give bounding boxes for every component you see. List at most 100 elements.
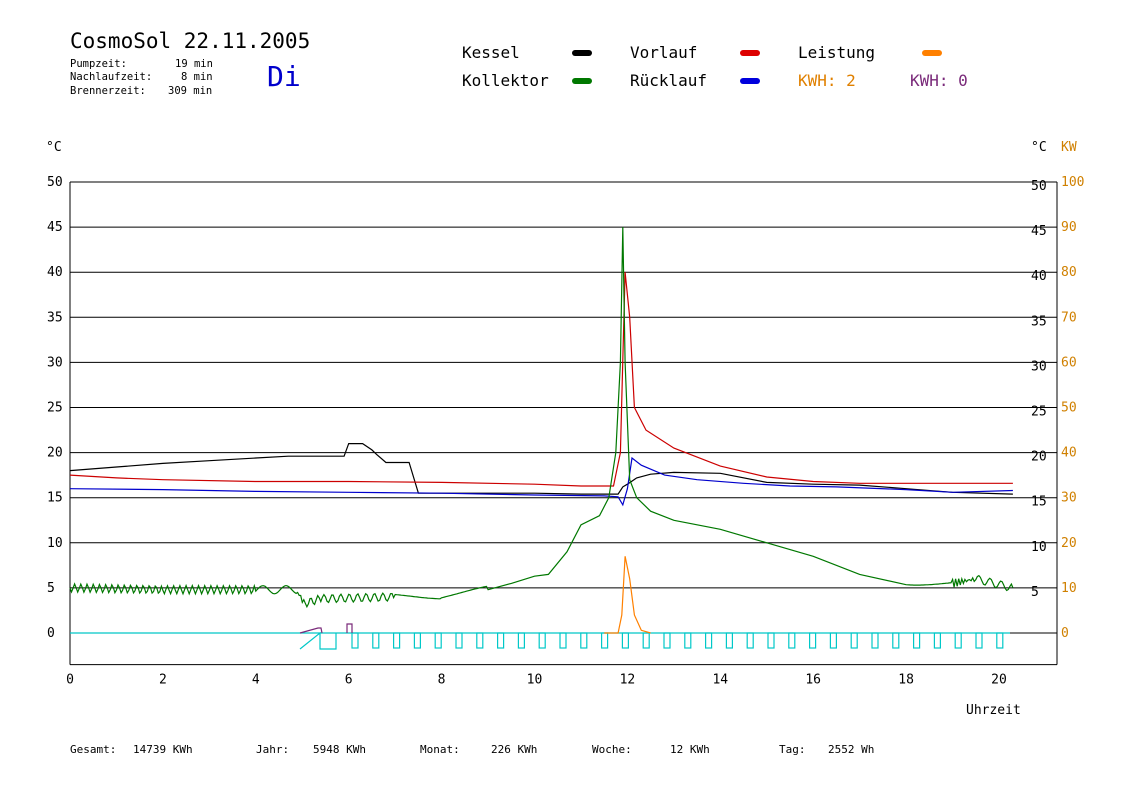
x-tick-label: 14 [712, 673, 728, 688]
y-tick-label-kw: 70 [1061, 310, 1077, 325]
x-tick-label: 2 [159, 673, 167, 688]
pump-pulse [600, 632, 609, 649]
pump-pulse [788, 632, 796, 649]
pump-pulse [413, 632, 421, 649]
chart-grid [70, 181, 1057, 634]
pump-pulse [996, 632, 1004, 649]
footer-jahr-value: 5948 KWh [313, 743, 366, 756]
x-tick-label: 12 [620, 673, 636, 688]
pump-pulse [393, 632, 401, 649]
pump-pulse [892, 632, 900, 649]
y-tick-label-left: 30 [47, 355, 63, 370]
pump-pulse [372, 632, 380, 649]
y-axis-title-left: °C [46, 140, 62, 155]
x-tick-label: 8 [438, 673, 446, 688]
y-tick-label-kw: 90 [1061, 220, 1077, 235]
x-axis-title: Uhrzeit [966, 703, 1021, 718]
x-tick-label: 20 [991, 673, 1007, 688]
y-tick-label-right: 5 [1031, 585, 1039, 600]
x-tick-label: 0 [66, 673, 74, 688]
footer-tag-label: Tag: [779, 743, 806, 756]
pump-pulse [954, 632, 962, 649]
y-tick-label-right: 35 [1031, 314, 1047, 329]
pump-pulse [704, 632, 713, 649]
y-tick-label-right: 40 [1031, 269, 1047, 284]
y-tick-label-left: 15 [47, 491, 63, 506]
y-tick-label-kw: 60 [1061, 355, 1077, 370]
pump-pulse [455, 632, 463, 649]
y-tick-label-left: 35 [47, 310, 63, 325]
pump-pulse [299, 631, 337, 650]
y-axis-title-right: °C [1031, 140, 1047, 155]
y-tick-label-right: 20 [1031, 450, 1047, 465]
y-tick-label-left: 5 [47, 581, 55, 596]
pump-pulse [663, 632, 671, 649]
footer-monat-label: Monat: [420, 743, 460, 756]
y-tick-label-right: 50 [1031, 179, 1047, 194]
chart-series [69, 227, 1014, 634]
y-tick-label-right: 10 [1031, 540, 1047, 555]
footer-jahr-label: Jahr: [256, 743, 290, 756]
pump-pulse [829, 632, 838, 649]
purple-marker [346, 623, 353, 633]
pump-pulse [850, 632, 858, 649]
temperature-chart: 05 510 1015 1520 2025 2530 3035 3540 4045 4550 500… [46, 140, 1084, 718]
y-tick-label-kw: 40 [1061, 446, 1077, 461]
footer-woche-value: 12 KWh [670, 743, 710, 756]
pump-pulse [933, 632, 942, 649]
y-tick-label-left: 40 [47, 265, 63, 280]
y-tick-label-left: 45 [47, 220, 63, 235]
footer-woche-label: Woche: [592, 743, 632, 756]
pump-pulse [559, 632, 567, 649]
purple-marker [299, 627, 323, 634]
y-tick-label-left: 10 [47, 536, 63, 551]
y-tick-label-kw: 30 [1061, 491, 1077, 506]
pump-pulse [767, 632, 775, 649]
pump-pulse [684, 632, 692, 649]
pump-pulse [871, 632, 879, 649]
y-tick-label-kw: 0 [1061, 626, 1069, 641]
footer-gesamt-value: 14739 KWh [133, 743, 193, 756]
pump-pulse [621, 632, 630, 649]
pump-pulse [580, 632, 588, 649]
pump-pulse [476, 632, 484, 649]
x-tick-label: 16 [805, 673, 821, 688]
pump-pulse [517, 632, 526, 649]
y-axis-title-kw: KW [1061, 140, 1077, 155]
footer-monat-value: 226 KWh [491, 743, 538, 756]
pump-pulse [975, 632, 983, 649]
pump-pulse [642, 632, 650, 649]
chart-axes [69, 182, 1058, 666]
footer-gesamt-label: Gesamt: [70, 743, 117, 756]
y-tick-label-left: 25 [47, 401, 63, 416]
y-tick-label-kw: 100 [1061, 175, 1084, 190]
pump-pulse [725, 632, 734, 649]
y-tick-label-left: 0 [47, 626, 55, 641]
y-tick-label-left: 50 [47, 175, 63, 190]
pump-pulse [497, 632, 505, 649]
x-tick-label: 10 [527, 673, 543, 688]
series-line-leistung [604, 556, 651, 634]
series-line-vorlauf [69, 272, 1013, 487]
pump-pulse [746, 632, 754, 649]
y-tick-label-right: 30 [1031, 359, 1047, 374]
y-tick-label-kw: 50 [1061, 401, 1077, 416]
y-tick-label-kw: 10 [1061, 581, 1077, 596]
y-tick-label-kw: 20 [1061, 536, 1077, 551]
pump-pulse [912, 632, 921, 649]
series-line-kollektor [69, 227, 1014, 609]
x-tick-label: 4 [252, 673, 260, 688]
pump-pulse [538, 632, 546, 649]
y-tick-label-right: 45 [1031, 224, 1047, 239]
series-line-kessel [69, 443, 1013, 495]
y-tick-label-right: 25 [1031, 405, 1047, 420]
y-tick-label-left: 20 [47, 446, 63, 461]
x-tick-label: 18 [898, 673, 914, 688]
pump-pulse [808, 632, 817, 649]
pump-activity-markers [70, 623, 1010, 650]
y-tick-label-right: 15 [1031, 495, 1047, 510]
x-tick-label: 6 [345, 673, 353, 688]
pump-pulse [434, 632, 442, 649]
pump-pulse [351, 632, 359, 649]
y-tick-label-kw: 80 [1061, 265, 1077, 280]
